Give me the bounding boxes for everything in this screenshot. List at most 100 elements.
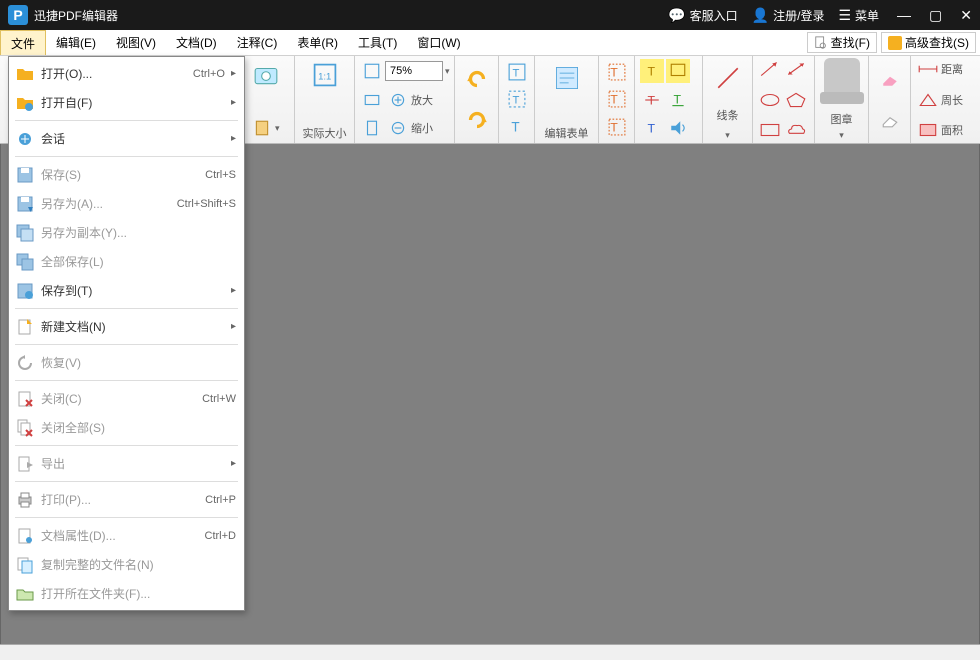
folder-open-icon <box>15 64 35 84</box>
svg-text:T: T <box>512 67 519 79</box>
folder-web-icon <box>15 93 35 113</box>
distance-label: 距离 <box>941 61 963 77</box>
advanced-find-button[interactable]: 高级查找(S) <box>881 32 976 53</box>
polygon-shape-icon[interactable] <box>783 89 809 111</box>
menu-window[interactable]: 窗口(W) <box>407 30 470 55</box>
menu-item-open[interactable]: 打开(O)... Ctrl+O ▸ <box>9 59 244 88</box>
undo-icon[interactable] <box>460 62 494 96</box>
svg-text:T: T <box>511 120 519 135</box>
area-label: 面积 <box>941 122 963 138</box>
chevron-right-icon: ▸ <box>231 133 236 144</box>
customer-service-button[interactable]: 💬 客服入口 <box>668 7 737 24</box>
distance-icon[interactable] <box>915 58 941 80</box>
eraser-pink-icon[interactable] <box>878 67 902 91</box>
zoom-out-label: 缩小 <box>411 120 433 136</box>
save-copy-icon <box>15 223 35 243</box>
menu-item-save-all[interactable]: 全部保存(L) <box>9 247 244 276</box>
cloud-shape-icon[interactable] <box>783 119 809 141</box>
menu-edit[interactable]: 编辑(E) <box>46 30 106 55</box>
app-title: 迅捷PDF编辑器 <box>34 7 118 24</box>
text-tool-c-icon[interactable]: T <box>505 115 529 139</box>
menu-tool[interactable]: 工具(T) <box>348 30 407 55</box>
menu-item-save-as[interactable]: 另存为(A)... Ctrl+Shift+S <box>9 189 244 218</box>
minimize-button[interactable]: — <box>897 7 911 23</box>
lines-label: 线条 <box>717 105 739 123</box>
menu-item-revert[interactable]: 恢复(V) <box>9 348 244 377</box>
zoom-in-icon[interactable] <box>386 88 410 112</box>
menu-item-open-from[interactable]: 打开自(F) ▸ <box>9 88 244 117</box>
login-button[interactable]: 👤 注册/登录 <box>752 7 825 24</box>
menu-item-close-all[interactable]: 关闭全部(S) <box>9 413 244 442</box>
menu-item-close[interactable]: 关闭(C) Ctrl+W <box>9 384 244 413</box>
menu-item-open-folder[interactable]: 打开所在文件夹(F)... <box>9 579 244 608</box>
svg-text:T: T <box>648 122 656 136</box>
edit-form-icon[interactable] <box>545 58 589 98</box>
hamburger-menu-button[interactable]: ☰ 菜单 <box>838 7 879 24</box>
svg-text:T: T <box>610 93 618 107</box>
chevron-right-icon: ▸ <box>231 97 236 108</box>
ellipse-shape-icon[interactable] <box>757 89 783 111</box>
eraser-white-icon[interactable] <box>878 108 902 132</box>
menu-item-print[interactable]: 打印(P)... Ctrl+P <box>9 485 244 514</box>
text-blue-icon[interactable]: T <box>640 116 664 140</box>
chevron-down-icon: ▾ <box>839 130 844 141</box>
sound-icon[interactable] <box>666 116 690 140</box>
menu-item-save-as-copy[interactable]: 另存为副本(Y)... <box>9 218 244 247</box>
menu-item-copy-filename[interactable]: 复制完整的文件名(N) <box>9 550 244 579</box>
menu-file[interactable]: 文件 <box>0 30 46 55</box>
select-text-icon[interactable]: T <box>605 87 629 111</box>
camera-icon[interactable] <box>249 58 283 92</box>
text-tool-a-icon[interactable]: T <box>505 60 529 84</box>
redo-icon[interactable] <box>460 103 494 137</box>
double-arrow-icon[interactable] <box>783 58 809 80</box>
zoom-in-label: 放大 <box>411 92 433 108</box>
zoom-out-icon[interactable] <box>386 116 410 140</box>
perimeter-label: 周长 <box>941 92 963 108</box>
new-document-icon <box>15 317 35 337</box>
actual-size-icon[interactable]: 1:1 <box>308 58 342 92</box>
save-as-icon <box>15 194 35 214</box>
fit-page-icon[interactable] <box>360 59 384 83</box>
line-tool-icon[interactable] <box>708 58 748 98</box>
menu-document[interactable]: 文档(D) <box>166 30 227 55</box>
maximize-button[interactable]: ▢ <box>929 7 942 24</box>
fit-width-icon[interactable] <box>360 88 384 112</box>
session-icon <box>15 129 35 149</box>
fit-height-icon[interactable] <box>360 116 384 140</box>
align-text-icon[interactable]: T <box>605 60 629 84</box>
arrow-shape-icon[interactable] <box>757 58 783 80</box>
svg-text:1:1: 1:1 <box>318 71 331 82</box>
highlight-t-icon[interactable]: T <box>640 59 664 83</box>
copy-name-icon <box>15 555 35 575</box>
find-button[interactable]: 查找(F) <box>807 32 877 53</box>
stamp-icon[interactable] <box>824 58 860 106</box>
menu-item-save[interactable]: 保存(S) Ctrl+S <box>9 160 244 189</box>
print-icon <box>15 490 35 510</box>
chevron-right-icon: ▸ <box>231 458 236 469</box>
menu-item-export[interactable]: 导出 ▸ <box>9 449 244 478</box>
save-icon <box>15 165 35 185</box>
zoom-level-input[interactable]: 75% <box>385 61 443 81</box>
note-icon[interactable] <box>666 59 690 83</box>
text-tool-b-icon[interactable]: T <box>505 87 529 111</box>
menu-form[interactable]: 表单(R) <box>287 30 348 55</box>
find-label: 查找(F) <box>831 34 870 51</box>
area-icon[interactable] <box>915 119 941 141</box>
chevron-right-icon: ▸ <box>231 321 236 332</box>
close-window-button[interactable]: ✕ <box>960 7 972 24</box>
menu-item-session[interactable]: 会话 ▸ <box>9 124 244 153</box>
strikethrough-icon[interactable]: T <box>640 88 664 112</box>
svg-text:T: T <box>674 92 682 106</box>
move-text-icon[interactable]: T <box>605 115 629 139</box>
rect-shape-icon[interactable] <box>757 119 783 141</box>
menu-item-doc-properties[interactable]: 文档属性(D)... Ctrl+D <box>9 521 244 550</box>
menu-item-new-document[interactable]: 新建文档(N) ▸ <box>9 312 244 341</box>
menu-item-save-to[interactable]: 保存到(T) ▸ <box>9 276 244 305</box>
menubar: 文件 编辑(E) 视图(V) 文档(D) 注释(C) 表单(R) 工具(T) 窗… <box>0 30 980 56</box>
open-folder-icon <box>15 584 35 604</box>
perimeter-icon[interactable] <box>915 89 941 111</box>
clipboard-icon[interactable] <box>250 116 274 140</box>
menu-view[interactable]: 视图(V) <box>106 30 166 55</box>
underline-icon[interactable]: T <box>666 88 690 112</box>
menu-annotate[interactable]: 注释(C) <box>227 30 288 55</box>
